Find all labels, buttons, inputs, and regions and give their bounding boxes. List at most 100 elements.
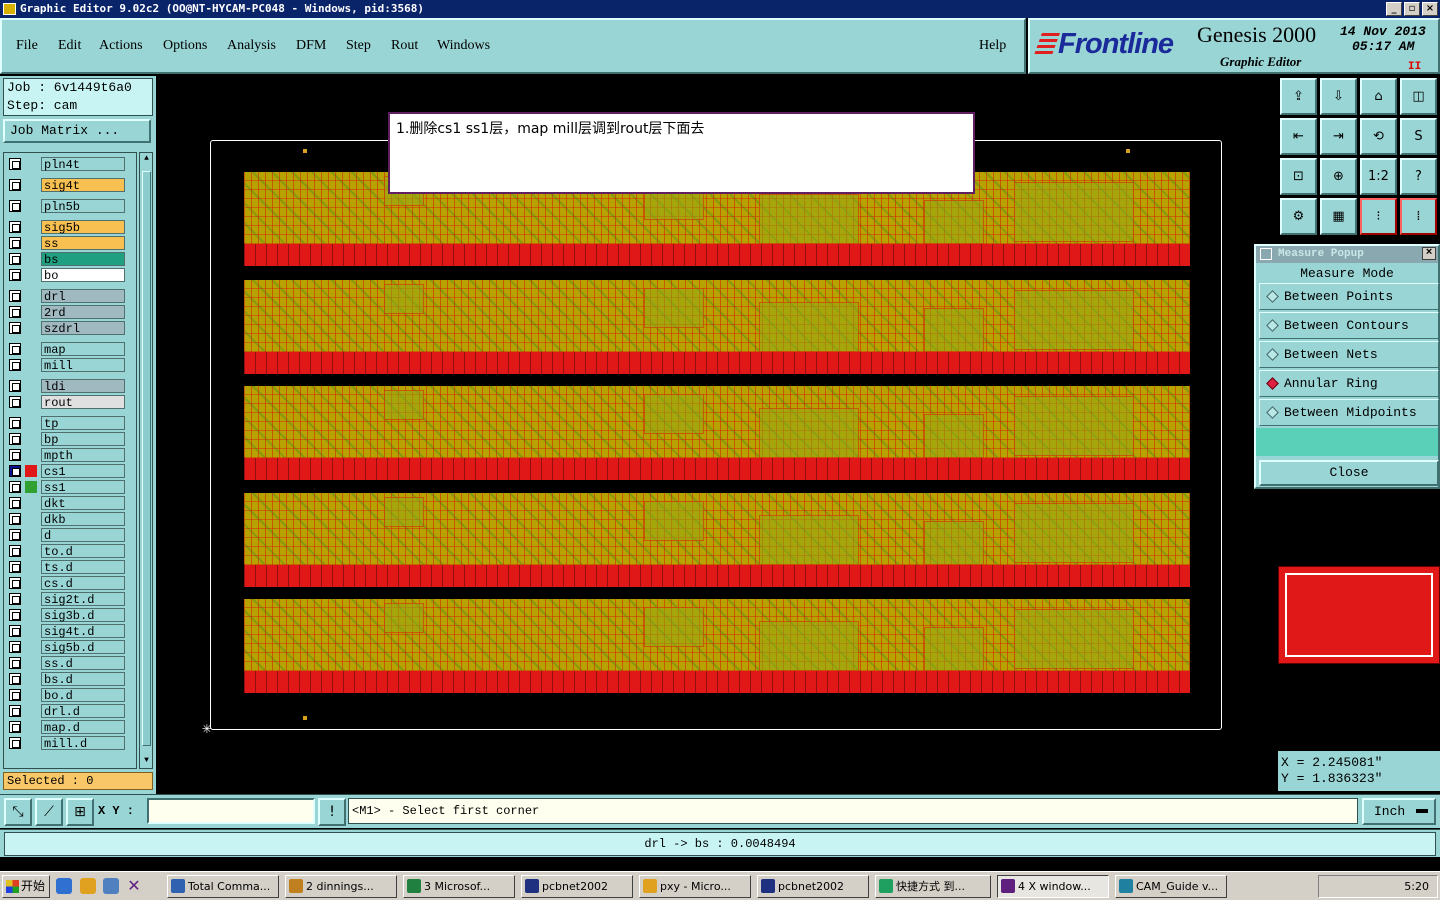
menu-file[interactable]: File <box>16 38 38 54</box>
layer-color-swatch[interactable] <box>25 158 37 170</box>
layer-name[interactable]: mill.d <box>41 736 125 751</box>
layer-row[interactable]: rout <box>7 395 125 410</box>
xy-input[interactable] <box>147 798 315 824</box>
layer-row[interactable]: sig2t.d <box>7 592 125 607</box>
layer-name[interactable]: d <box>41 528 125 543</box>
layer-color-swatch[interactable] <box>25 380 37 392</box>
taskbar-task-button[interactable]: 4 X window... <box>997 875 1109 898</box>
layer-color-swatch[interactable] <box>25 306 37 318</box>
layer-name[interactable]: bo.d <box>41 688 125 703</box>
layer-color-swatch[interactable] <box>25 465 37 477</box>
settings-icon[interactable]: ⚙ <box>1280 198 1317 235</box>
layer-checkbox[interactable] <box>9 641 21 653</box>
layer-name[interactable]: to.d <box>41 544 125 559</box>
layer-name[interactable]: drl.d <box>41 704 125 719</box>
layer-row[interactable]: mpth <box>7 448 125 463</box>
layer-checkbox[interactable] <box>9 290 21 302</box>
layer-name[interactable]: sig4t <box>41 178 125 193</box>
layer-row[interactable]: bs.d <box>7 672 125 687</box>
layer-color-swatch[interactable] <box>25 705 37 717</box>
layer-scrollbar[interactable]: ▲ ▼ <box>139 152 153 769</box>
scroll-up-icon[interactable]: ▲ <box>141 154 152 165</box>
menu-dfm[interactable]: DFM <box>296 38 326 54</box>
zoom-extents-icon[interactable]: ⊡ <box>1280 158 1317 195</box>
layer-row[interactable]: ss1 <box>7 480 125 495</box>
layer-name[interactable]: pln4t <box>41 157 125 172</box>
layer-row[interactable]: ss <box>7 236 125 251</box>
unit-select[interactable]: Inch <box>1362 798 1436 825</box>
layer-color-swatch[interactable] <box>25 322 37 334</box>
layer-name[interactable]: 2rd <box>41 305 125 320</box>
layer-row[interactable]: mill.d <box>7 736 125 751</box>
option-between-nets[interactable]: Between Nets <box>1259 341 1439 368</box>
rotate-view-icon[interactable]: ⟲ <box>1360 118 1397 155</box>
layer-row[interactable]: 2rd <box>7 305 125 320</box>
layer-color-swatch[interactable] <box>25 689 37 701</box>
layer-row[interactable]: pln4t <box>7 157 125 172</box>
layer-color-swatch[interactable] <box>25 545 37 557</box>
layer-row[interactable]: cs.d <box>7 576 125 591</box>
layer-row[interactable]: d <box>7 528 125 543</box>
layer-color-swatch[interactable] <box>25 343 37 355</box>
layer-checkbox[interactable] <box>9 561 21 573</box>
layer-row[interactable]: ss.d <box>7 656 125 671</box>
layer-color-swatch[interactable] <box>25 417 37 429</box>
start-button[interactable]: 开始 <box>2 875 50 898</box>
layer-name[interactable]: szdrl <box>41 321 125 336</box>
layer-row[interactable]: cs1 <box>7 464 125 479</box>
x-app-icon[interactable]: ✕ <box>126 878 142 894</box>
layer-color-swatch[interactable] <box>25 625 37 637</box>
menu-actions[interactable]: Actions <box>99 38 143 54</box>
zoom-out-icon[interactable]: ⇩ <box>1320 78 1357 115</box>
taskbar-task-button[interactable]: 2 dinnings... <box>285 875 397 898</box>
taskbar-task-button[interactable]: pcbnet2002 <box>757 875 869 898</box>
layer-checkbox[interactable] <box>9 449 21 461</box>
menu-options[interactable]: Options <box>163 38 207 54</box>
layer-color-swatch[interactable] <box>25 433 37 445</box>
layer-color-swatch[interactable] <box>25 200 37 212</box>
layer-row[interactable]: sig3b.d <box>7 608 125 623</box>
layer-color-swatch[interactable] <box>25 513 37 525</box>
layer-row[interactable]: drl <box>7 289 125 304</box>
layer-color-swatch[interactable] <box>25 577 37 589</box>
zoom-in-icon[interactable]: ⇪ <box>1280 78 1317 115</box>
option-annular-ring[interactable]: Annular Ring <box>1259 370 1439 397</box>
layer-color-swatch[interactable] <box>25 179 37 191</box>
layer-name[interactable]: drl <box>41 289 125 304</box>
taskbar-task-button[interactable]: pxy - Micro... <box>639 875 751 898</box>
layer-color-swatch[interactable] <box>25 657 37 669</box>
layer-color-swatch[interactable] <box>25 673 37 685</box>
layer-checkbox[interactable] <box>9 737 21 749</box>
pan-right-icon[interactable]: ⇥ <box>1320 118 1357 155</box>
menu-windows[interactable]: Windows <box>437 38 490 54</box>
layer-name[interactable]: tp <box>41 416 125 431</box>
layer-checkbox[interactable] <box>9 657 21 669</box>
ie-icon[interactable] <box>56 878 72 894</box>
zoom-window-icon[interactable]: ⤡ <box>4 798 32 826</box>
layer-name[interactable]: ss.d <box>41 656 125 671</box>
scroll-down-icon[interactable]: ▼ <box>141 756 152 767</box>
layer-row[interactable]: dkb <box>7 512 125 527</box>
browser-icon[interactable] <box>103 878 119 894</box>
option-between-points[interactable]: Between Points <box>1259 283 1439 310</box>
layer-row[interactable]: ts.d <box>7 560 125 575</box>
layer-row[interactable]: map.d <box>7 720 125 735</box>
layer-color-swatch[interactable] <box>25 529 37 541</box>
layer-name[interactable]: rout <box>41 395 125 410</box>
layer-row[interactable]: to.d <box>7 544 125 559</box>
layer-checkbox[interactable] <box>9 497 21 509</box>
layer-checkbox[interactable] <box>9 396 21 408</box>
grid-icon[interactable]: ▦ <box>1320 198 1357 235</box>
home-view-icon[interactable]: ⌂ <box>1360 78 1397 115</box>
layer-checkbox[interactable] <box>9 269 21 281</box>
layer-name[interactable]: map.d <box>41 720 125 735</box>
layer-color-swatch[interactable] <box>25 449 37 461</box>
layer-name[interactable]: bs <box>41 252 125 267</box>
layer-color-swatch[interactable] <box>25 237 37 249</box>
layer-row[interactable]: bo <box>7 268 125 283</box>
taskbar-task-button[interactable]: 3 Microsof... <box>403 875 515 898</box>
layer-checkbox[interactable] <box>9 577 21 589</box>
layer-checkbox[interactable] <box>9 322 21 334</box>
layer-checkbox[interactable] <box>9 253 21 265</box>
layer-checkbox[interactable] <box>9 625 21 637</box>
